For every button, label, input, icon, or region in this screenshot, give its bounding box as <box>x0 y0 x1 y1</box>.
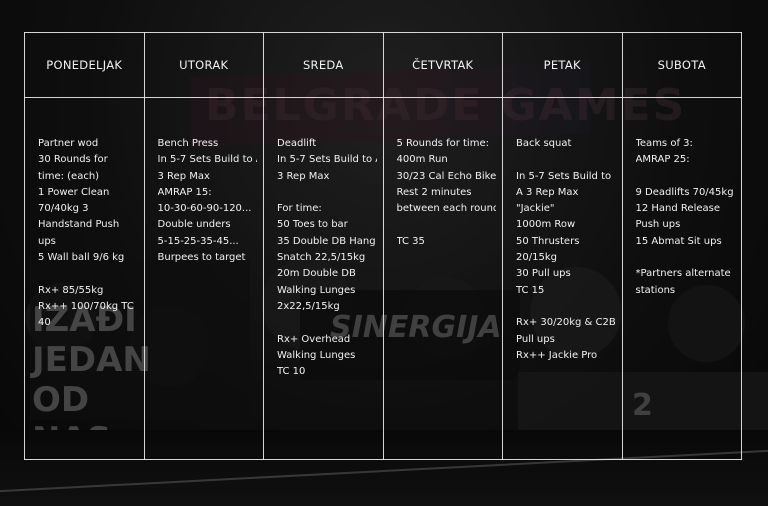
workout-line <box>277 185 377 201</box>
workout-line: 20/15kg <box>516 252 557 264</box>
workout-line: 2x22,5/15kg <box>277 300 340 312</box>
day-header-tuesday: UTORAK <box>143 32 264 98</box>
workout-line: 1000m Row <box>516 219 576 231</box>
workout-line: 20m Double DB <box>277 268 356 280</box>
day-header-wednesday: SREDA <box>263 32 384 98</box>
workout-line: Deadlift <box>277 138 317 149</box>
workout-line: In 5-7 Sets Build to A <box>277 154 377 166</box>
day-header-saturday: SUBOTA <box>621 32 742 98</box>
workout-line: Walking Lunges <box>277 349 356 361</box>
day-header-thursday: ČETVRTAK <box>382 32 503 98</box>
workout-line: 12 Hand Release <box>635 203 721 215</box>
workout-line: AMRAP 25: <box>635 154 690 166</box>
day-header-monday: PONEDELJAK <box>24 32 145 98</box>
workout-line: "Jackie" <box>516 203 555 215</box>
workout-line <box>277 315 377 331</box>
workout-line: In 5-7 Sets Build to <box>516 170 612 182</box>
day-header-row: PONEDELJAK UTORAK SREDA ČETVRTAK PETAK S… <box>24 32 742 98</box>
workout-line: 1 Power Clean <box>38 186 110 198</box>
workout-line: 5 Wall ball 9/6 kg <box>38 252 125 264</box>
workout-line: 50 Thrusters <box>516 235 580 247</box>
workout-line: 5 Rounds for time: <box>396 138 489 149</box>
workout-line: 15 Abmat Sit ups <box>635 235 722 247</box>
workout-line: Teams of 3: <box>635 138 693 149</box>
workout-cell-thursday: 5 Rounds for time: 400m Run 30/23 Cal Echo… <box>382 97 503 460</box>
workout-line: 50 Toes to bar <box>277 219 348 231</box>
workout-row: Partner wod 30 Rounds for time: (each) 1 Po… <box>24 97 742 460</box>
workout-line: Rx+ 85/55kg <box>38 284 104 296</box>
workout-line: *Partners alternate <box>635 268 731 280</box>
workout-line: Handstand Push <box>38 219 120 231</box>
workout-line: between each round <box>396 203 497 215</box>
workout-line: Push ups <box>635 219 681 231</box>
workout-line <box>636 250 736 266</box>
workout-line: Double unders <box>157 219 231 231</box>
workout-line: 30 Rounds for <box>38 154 108 166</box>
workout-line: TC 15 <box>516 284 545 296</box>
workout-line: 10-30-60-90-120... <box>157 203 252 215</box>
workout-cell-wednesday: Deadlift In 5-7 Sets Build to A 3 Rep Max F… <box>263 97 384 460</box>
day-header-friday: PETAK <box>502 32 623 98</box>
workout-line: For time: <box>277 203 322 215</box>
workout-line <box>397 217 497 233</box>
workout-line: Burpees to target <box>157 252 246 264</box>
workout-line: 3 Rep Max <box>277 170 330 182</box>
workout-line: Snatch 22,5/15kg <box>277 252 366 264</box>
workout-line: Pull ups <box>516 333 555 345</box>
workout-line <box>516 152 616 168</box>
workout-line: 30/23 Cal Echo Bike <box>396 170 497 182</box>
workout-line: Rx+ 30/20kg & C2B <box>516 317 616 329</box>
workout-line: time: (each) <box>38 170 100 182</box>
workout-cell-monday: Partner wod 30 Rounds for time: (each) 1 Po… <box>24 97 145 460</box>
workout-line <box>636 169 736 185</box>
workout-line: 3 Rep Max <box>157 170 210 182</box>
workout-line: 30 Pull ups <box>516 268 571 280</box>
workout-line <box>516 299 616 315</box>
workout-line: TC 10 <box>277 366 306 378</box>
workout-line: ups <box>38 235 56 247</box>
workout-line: Back squat <box>516 138 572 149</box>
workout-cell-tuesday: Bench Press In 5-7 Sets Build to A 3 Rep M… <box>143 97 264 460</box>
workout-line: AMRAP 15: <box>157 186 212 198</box>
workout-line: 400m Run <box>396 154 448 166</box>
workout-line: Bench Press <box>157 138 219 149</box>
workout-line: 5-15-25-35-45... <box>157 235 239 247</box>
workout-line: TC 35 <box>396 235 425 247</box>
workout-line: 9 Deadlifts 70/45kg <box>635 186 734 198</box>
workout-line: Rx+ Overhead <box>277 333 351 345</box>
workout-cell-friday: Back squat In 5-7 Sets Build to A 3 Rep Ma… <box>502 97 623 460</box>
workout-line: Partner wod <box>38 138 99 149</box>
workout-line: Walking Lunges <box>277 284 356 296</box>
workout-line: Rx++ 100/70kg TC <box>38 300 134 312</box>
workout-cell-saturday: Teams of 3: AMRAP 25: 9 Deadlifts 70/45kg 1… <box>621 97 742 460</box>
workout-line: Rest 2 minutes <box>396 186 472 198</box>
workout-line: stations <box>635 284 676 296</box>
weekly-schedule-table: PONEDELJAK UTORAK SREDA ČETVRTAK PETAK S… <box>24 32 742 460</box>
workout-line: Rx++ Jackie Pro <box>516 349 598 361</box>
workout-line <box>38 266 138 282</box>
workout-line: 35 Double DB Hang <box>277 235 376 247</box>
workout-line: 40 <box>38 317 51 329</box>
workout-line: A 3 Rep Max <box>516 186 579 198</box>
workout-line: 70/40kg 3 <box>38 203 89 215</box>
workout-line: In 5-7 Sets Build to A <box>157 154 258 166</box>
